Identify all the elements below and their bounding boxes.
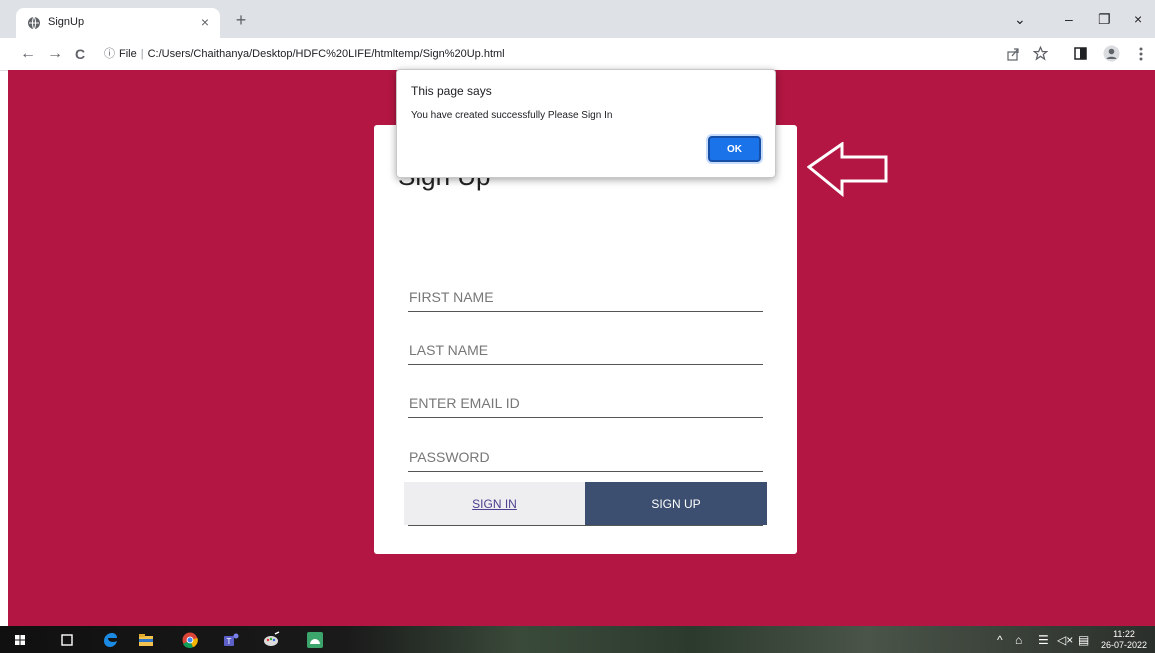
email-input[interactable] [408, 389, 763, 418]
back-button[interactable]: ← [20, 45, 36, 63]
tray-chevron-icon[interactable]: ^ [997, 634, 1003, 646]
svg-text:T: T [227, 637, 232, 646]
address-separator: | [140, 48, 144, 60]
pointer-arrow-icon [807, 142, 888, 198]
address-bar[interactable]: ⓘ File | C:/Users/Chaithanya/Desktop/HDFC%2… [104, 44, 984, 64]
share-icon[interactable] [1006, 47, 1020, 61]
browser-toolbar: ← → C ⓘ File | C:/Users/Chaithanya/Desktop/… [0, 38, 1155, 71]
tab-close-icon[interactable]: × [196, 13, 214, 31]
task-view-icon[interactable] [57, 630, 77, 650]
ok-button[interactable]: OK [708, 136, 761, 162]
scheme-label: File [119, 48, 137, 60]
tab-title: SignUp [48, 16, 85, 28]
taskbar: T ^ ⌂ ☰ ◁× ▤ 11:22 26-07-2022 [0, 626, 1155, 653]
clock-date: 26-07-2022 [1100, 640, 1148, 650]
chrome-icon[interactable] [180, 630, 200, 650]
star-icon[interactable] [1033, 46, 1048, 61]
file-explorer-icon[interactable] [136, 630, 156, 650]
profile-icon[interactable] [1103, 45, 1120, 62]
dialog-title: This page says [411, 84, 492, 98]
paint-icon[interactable] [262, 630, 282, 650]
globe-icon [28, 16, 40, 30]
close-window-button[interactable]: × [1134, 12, 1142, 26]
app-icon[interactable] [305, 630, 325, 650]
reload-button[interactable]: C [75, 45, 85, 63]
sign-in-button[interactable]: SIGN IN [404, 482, 585, 525]
forward-button[interactable]: → [47, 45, 63, 63]
menu-icon[interactable] [1139, 47, 1143, 61]
first-name-input[interactable] [408, 283, 763, 312]
browser-tab[interactable]: SignUp × [16, 8, 220, 38]
minimize-button[interactable]: – [1065, 12, 1073, 26]
password-input[interactable] [408, 443, 763, 472]
alert-dialog: This page says You have created successf… [396, 69, 776, 178]
sidebar-icon[interactable] [1074, 47, 1087, 60]
volume-icon[interactable]: ◁× [1057, 634, 1073, 646]
tab-search-icon[interactable]: ⌄ [1014, 12, 1026, 26]
notifications-icon[interactable]: ▤ [1078, 634, 1089, 646]
address-url[interactable]: C:/Users/Chaithanya/Desktop/HDFC%20LIFE/… [148, 48, 505, 60]
network-icon[interactable]: ⌂ [1015, 634, 1022, 646]
wifi-icon[interactable]: ☰ [1038, 634, 1049, 646]
restore-button[interactable]: ❐ [1098, 12, 1111, 26]
new-tab-button[interactable]: + [230, 11, 252, 33]
teams-icon[interactable]: T [221, 630, 241, 650]
browser-tab-bar: SignUp × + ⌄ – ❐ × [0, 0, 1155, 38]
clock[interactable]: 11:22 26-07-2022 [1098, 629, 1150, 651]
clock-time: 11:22 [1113, 629, 1135, 639]
dialog-message: You have created successfully Please Sig… [411, 110, 613, 121]
last-name-input[interactable] [408, 336, 763, 365]
windows-start-icon[interactable] [10, 630, 30, 650]
site-info-icon[interactable]: ⓘ [104, 48, 115, 60]
sign-up-button[interactable]: SIGN UP [585, 482, 767, 525]
edge-icon[interactable] [100, 630, 120, 650]
